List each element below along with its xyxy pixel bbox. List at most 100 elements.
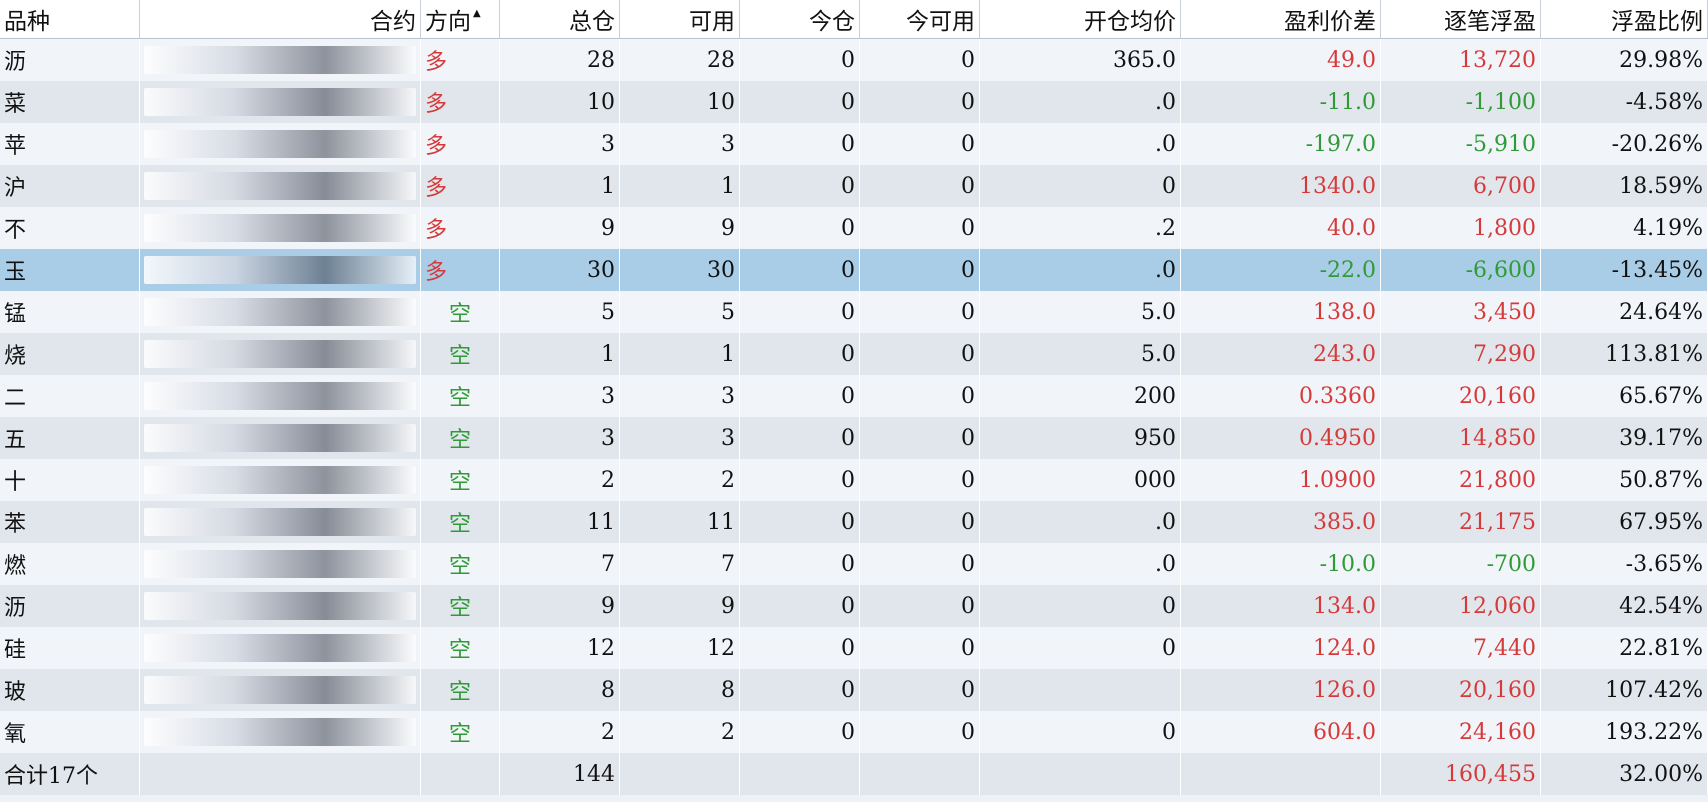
variety-value: 玉 [4, 260, 27, 285]
today-available-value: 0 [961, 341, 975, 367]
cell-variety: 沥 [0, 585, 140, 627]
table-row[interactable]: 锰 空 5 5 0 0 5.0 138.0 3,450 24.64% [0, 291, 1708, 333]
redacted-contract [144, 88, 416, 116]
total-row: 合计17个 144 160,455 32.00% [0, 753, 1708, 795]
cell-price-diff: 0.4950 [1181, 417, 1381, 459]
today-available-value: 0 [961, 173, 975, 199]
table-row[interactable]: 硅 空 12 12 0 0 0 124.0 7,440 22.81% [0, 627, 1708, 669]
today-value: 0 [841, 425, 855, 451]
cell-direction: 空 [421, 627, 500, 669]
table-row[interactable]: 二 空 3 3 0 0 200 0.3360 20,160 65.67% [0, 375, 1708, 417]
price-diff-value: -22.0 [1319, 257, 1376, 283]
table-row[interactable]: 燃 空 7 7 0 0 .0 -10.0 -700 -3.65% [0, 543, 1708, 585]
pl-ratio-value: 29.98% [1619, 47, 1703, 73]
direction-value: 多 [425, 176, 448, 201]
pl-ratio-value: -13.45% [1611, 257, 1703, 283]
today-value: 0 [841, 593, 855, 619]
float-pl-value: -1,100 [1465, 89, 1536, 115]
cell-direction: 空 [421, 711, 500, 753]
header-pl-ratio[interactable]: 浮盈比例 [1541, 0, 1708, 38]
table-row[interactable]: 玉 多 30 30 0 0 .0 -22.0 -6,600 -13.45% [0, 249, 1708, 291]
cell-direction: 空 [421, 459, 500, 501]
today-value: 0 [841, 47, 855, 73]
today-value: 0 [841, 509, 855, 535]
table-row[interactable]: 五 空 3 3 0 0 950 0.4950 14,850 39.17% [0, 417, 1708, 459]
redacted-contract [144, 340, 416, 368]
table-row[interactable]: 菜 多 10 10 0 0 .0 -11.0 -1,100 -4.58% [0, 81, 1708, 123]
price-diff-value: 604.0 [1313, 719, 1376, 745]
price-diff-value: 49.0 [1327, 47, 1376, 73]
cell-today: 0 [740, 333, 860, 375]
cell-available: 12 [620, 627, 740, 669]
cell-pl-ratio: 39.17% [1541, 417, 1708, 459]
cell-today-available: 0 [860, 249, 980, 291]
available-value: 30 [707, 257, 735, 283]
table-row[interactable]: 苹 多 3 3 0 0 .0 -197.0 -5,910 -20.26% [0, 123, 1708, 165]
cell-avg-open: 5.0 [980, 291, 1181, 333]
table-row[interactable]: 沪 多 1 1 0 0 0 1340.0 6,700 18.59% [0, 165, 1708, 207]
cell-price-diff: 40.0 [1181, 207, 1381, 249]
header-variety[interactable]: 品种 [0, 0, 140, 38]
cell-avg-open [980, 669, 1181, 711]
cell-avg-open: 200 [980, 375, 1181, 417]
avg-open-value: 5.0 [1141, 341, 1176, 367]
table-row[interactable]: 不 多 9 9 0 0 .2 40.0 1,800 4.19% [0, 207, 1708, 249]
table-row[interactable]: 烧 空 1 1 0 0 5.0 243.0 7,290 113.81% [0, 333, 1708, 375]
today-available-value: 0 [961, 257, 975, 283]
cell-avg-open: .0 [980, 249, 1181, 291]
cell-variety: 苹 [0, 123, 140, 165]
redacted-contract [144, 634, 416, 662]
table-row[interactable]: 沥 多 28 28 0 0 365.0 49.0 13,720 29.98% [0, 39, 1708, 81]
table-row[interactable]: 苯 空 11 11 0 0 .0 385.0 21,175 67.95% [0, 501, 1708, 543]
header-price-diff[interactable]: 盈利价差 [1181, 0, 1381, 38]
total-pl-ratio: 32.00% [1541, 753, 1708, 795]
total-value: 8 [601, 677, 615, 703]
cell-float-pl: 3,450 [1381, 291, 1541, 333]
cell-pl-ratio: -20.26% [1541, 123, 1708, 165]
total-value: 7 [601, 551, 615, 577]
cell-contract [140, 291, 421, 333]
cell-pl-ratio: -4.58% [1541, 81, 1708, 123]
available-value: 5 [721, 299, 735, 325]
cell-pl-ratio: 67.95% [1541, 501, 1708, 543]
avg-open-value: 950 [1134, 425, 1176, 451]
cell-float-pl: 1,800 [1381, 207, 1541, 249]
cell-available: 9 [620, 207, 740, 249]
table-row[interactable]: 沥 空 9 9 0 0 0 134.0 12,060 42.54% [0, 585, 1708, 627]
header-float-pl[interactable]: 逐笔浮盈 [1381, 0, 1541, 38]
table-row[interactable]: 玻 空 8 8 0 0 126.0 20,160 107.42% [0, 669, 1708, 711]
table-row[interactable]: 氧 空 2 2 0 0 0 604.0 24,160 193.22% [0, 711, 1708, 753]
header-total[interactable]: 总仓 [500, 0, 620, 38]
today-value: 0 [841, 467, 855, 493]
cell-avg-open: 5.0 [980, 333, 1181, 375]
cell-today: 0 [740, 123, 860, 165]
available-value: 7 [721, 551, 735, 577]
direction-value: 空 [448, 638, 471, 663]
cell-available: 8 [620, 669, 740, 711]
total-value: 3 [601, 425, 615, 451]
header-contract[interactable]: 合约 [140, 0, 421, 38]
cell-contract [140, 39, 421, 81]
header-avg-open[interactable]: 开仓均价 [980, 0, 1181, 38]
today-value: 0 [841, 173, 855, 199]
available-value: 12 [707, 635, 735, 661]
header-today[interactable]: 今仓 [740, 0, 860, 38]
cell-variety: 沪 [0, 165, 140, 207]
cell-direction: 空 [421, 375, 500, 417]
table-row[interactable]: 十空 2 2 0 0 000 1.0900 21,800 50.87% [0, 459, 1708, 501]
cell-variety: 不 [0, 207, 140, 249]
cell-total: 3 [500, 375, 620, 417]
header-today-available[interactable]: 今可用 [860, 0, 980, 38]
avg-open-value: 0 [1162, 593, 1176, 619]
redacted-contract [144, 550, 416, 578]
redacted-contract [144, 214, 416, 242]
pl-ratio-value: -20.26% [1611, 131, 1703, 157]
header-direction[interactable]: 方向 [421, 0, 500, 38]
cell-price-diff: -22.0 [1181, 249, 1381, 291]
header-available[interactable]: 可用 [620, 0, 740, 38]
variety-value: 氧 [4, 722, 27, 747]
avg-open-value: .2 [1155, 215, 1176, 241]
cell-contract [140, 417, 421, 459]
avg-open-value: 5.0 [1141, 299, 1176, 325]
today-available-value: 0 [961, 719, 975, 745]
